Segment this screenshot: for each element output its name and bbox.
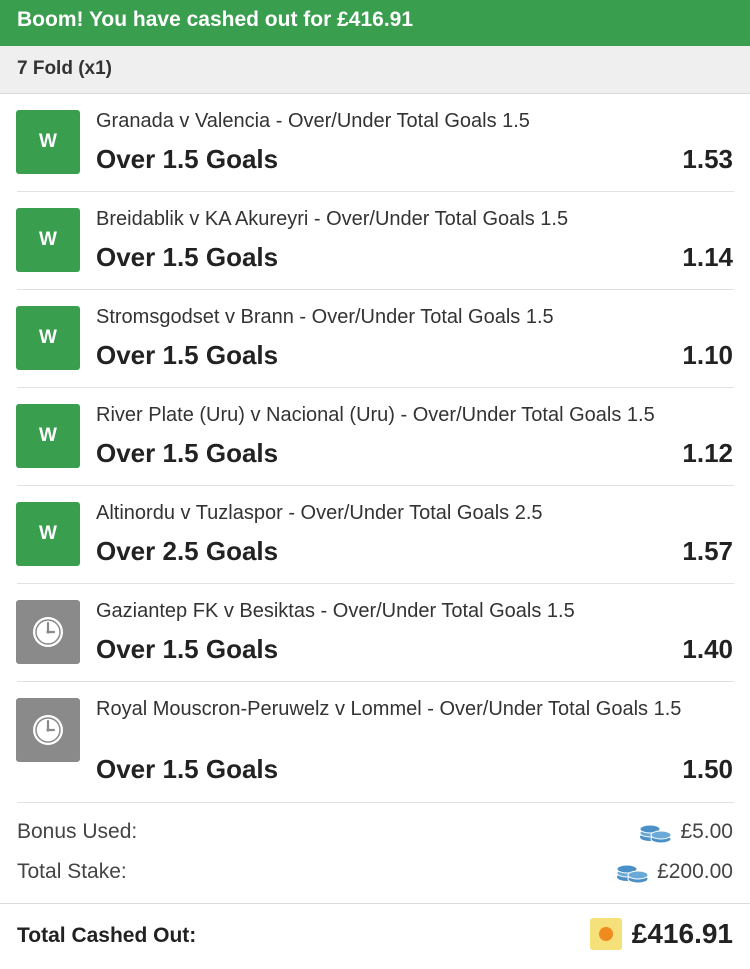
selection-odds: 1.57 — [682, 536, 733, 566]
pending-badge — [16, 600, 80, 664]
selection-odds: 1.10 — [682, 340, 733, 370]
selection-name: Over 1.5 Goals — [96, 340, 279, 370]
leg-row: W Stromsgodset v Brann - Over/Under Tota… — [0, 290, 750, 388]
bonus-used-value: £5.00 — [680, 820, 733, 843]
bonus-used-value-group: £5.00 — [638, 820, 733, 844]
selection-name: Over 1.5 Goals — [96, 438, 279, 468]
selection-name: Over 1.5 Goals — [96, 242, 279, 272]
leg-row: W River Plate (Uru) v Nacional (Uru) - O… — [0, 388, 750, 486]
coins-icon — [616, 864, 649, 884]
leg-row: Gaziantep FK v Besiktas - Over/Under Tot… — [0, 584, 750, 682]
leg-row: W Granada v Valencia - Over/Under Total … — [0, 94, 750, 192]
leg-row: W Breidablik v KA Akureyri - Over/Under … — [0, 192, 750, 290]
total-stake-label: Total Stake: — [17, 860, 127, 883]
won-badge: W — [16, 404, 80, 468]
bonus-used-row: Bonus Used: £5.00 — [0, 812, 750, 852]
total-stake-value: £200.00 — [657, 860, 733, 883]
selection-odds: 1.12 — [682, 438, 733, 468]
divider — [17, 802, 734, 803]
selection-odds: 1.50 — [682, 754, 733, 784]
selection-odds: 1.40 — [682, 634, 733, 664]
leg-row: Royal Mouscron-Peruwelz v Lommel - Over/… — [0, 682, 750, 803]
bet-type-header: 7 Fold (x1) — [0, 46, 750, 94]
selection-name: Over 1.5 Goals — [96, 754, 279, 784]
total-cashed-out-value: £416.91 — [631, 918, 733, 949]
match-name: Altinordu v Tuzlaspor - Over/Under Total… — [96, 502, 543, 524]
match-name: Granada v Valencia - Over/Under Total Go… — [96, 110, 530, 132]
leg-row: W Altinordu v Tuzlaspor - Over/Under Tot… — [0, 486, 750, 584]
won-badge: W — [16, 502, 80, 566]
won-badge: W — [16, 306, 80, 370]
total-cashed-out-row: Total Cashed Out: £416.91 — [0, 904, 750, 969]
clock-icon — [33, 715, 63, 745]
total-stake-row: Total Stake: £200.00 — [0, 852, 750, 892]
total-cashed-out-value-group: £416.91 — [589, 918, 733, 950]
coins-icon — [639, 824, 672, 844]
won-badge: W — [16, 110, 80, 174]
match-name: Royal Mouscron-Peruwelz v Lommel - Over/… — [96, 698, 682, 720]
match-name: River Plate (Uru) v Nacional (Uru) - Ove… — [96, 404, 655, 426]
cashout-banner: Boom! You have cashed out for £416.91 — [0, 0, 750, 46]
match-name: Breidablik v KA Akureyri - Over/Under To… — [96, 208, 569, 230]
bonus-used-label: Bonus Used: — [17, 820, 138, 843]
pending-badge — [16, 698, 80, 762]
match-name: Stromsgodset v Brann - Over/Under Total … — [96, 306, 554, 328]
selection-odds: 1.14 — [682, 242, 733, 272]
selection-name: Over 2.5 Goals — [96, 536, 279, 566]
total-stake-value-group: £200.00 — [615, 860, 733, 884]
total-cashed-out-label: Total Cashed Out: — [17, 924, 197, 947]
selection-name: Over 1.5 Goals — [96, 634, 279, 664]
selection-name: Over 1.5 Goals — [96, 144, 279, 174]
selection-odds: 1.53 — [682, 144, 733, 174]
cashout-icon — [589, 918, 622, 950]
match-name: Gaziantep FK v Besiktas - Over/Under Tot… — [96, 600, 575, 622]
clock-icon — [33, 617, 63, 647]
won-badge: W — [16, 208, 80, 272]
